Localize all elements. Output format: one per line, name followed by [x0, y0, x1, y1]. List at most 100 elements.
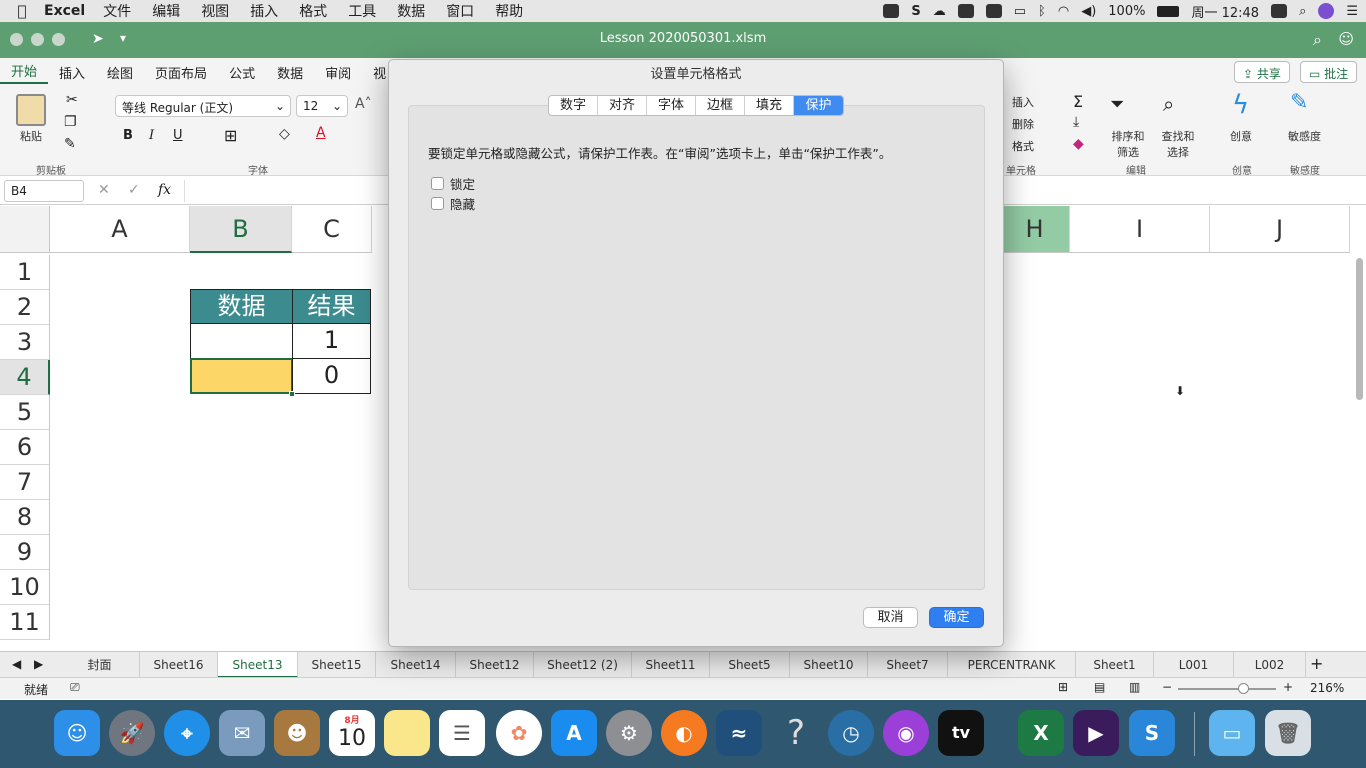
apple-icon[interactable]: : [0, 2, 44, 20]
excel-icon[interactable]: X: [1018, 710, 1064, 756]
sort-filter-button[interactable]: 排序和筛选: [1110, 128, 1146, 160]
tab-number[interactable]: 数字: [549, 96, 598, 115]
screen-icon[interactable]: [957, 4, 974, 18]
fill-color-icon[interactable]: ◇: [279, 126, 290, 142]
menu-data[interactable]: 数据: [397, 1, 425, 21]
sensitivity-button[interactable]: 敏感度: [1288, 128, 1321, 144]
system-preferences-icon[interactable]: ⚙: [606, 710, 652, 756]
macro-record-icon[interactable]: ⎚: [70, 680, 80, 695]
row-header-9[interactable]: 9: [0, 535, 50, 570]
sheet-tab-active[interactable]: Sheet13: [218, 652, 298, 678]
name-box[interactable]: B4: [4, 180, 84, 202]
zoom-in-icon[interactable]: +: [1283, 680, 1293, 694]
cut-icon[interactable]: ✂: [66, 92, 78, 108]
sheet-tab[interactable]: Sheet5: [710, 652, 790, 678]
menu-help[interactable]: 帮助: [495, 1, 523, 21]
tab-fill[interactable]: 填充: [745, 96, 794, 115]
siri-icon[interactable]: [1318, 3, 1335, 19]
increase-font-icon[interactable]: A˄: [355, 96, 372, 112]
column-header-b[interactable]: B: [190, 206, 292, 253]
search-icon[interactable]: ⌕: [1313, 30, 1322, 50]
safari-icon[interactable]: ⌖: [164, 710, 210, 756]
premiere-rush-icon[interactable]: ▶: [1073, 710, 1119, 756]
notes-icon[interactable]: [384, 710, 430, 756]
ideas-button[interactable]: 创意: [1230, 128, 1252, 144]
zoom-level[interactable]: 216%: [1310, 681, 1344, 695]
normal-view-icon[interactable]: ⊞: [1058, 680, 1068, 694]
tab-formulas[interactable]: 公式: [218, 63, 266, 82]
fill-down-icon[interactable]: ⤓: [1073, 114, 1079, 130]
sheet-tab[interactable]: L001: [1154, 652, 1234, 678]
mail-icon[interactable]: ✉: [219, 710, 265, 756]
firefox-icon[interactable]: ◐: [661, 710, 707, 756]
find-select-icon[interactable]: ⌕: [1163, 92, 1174, 116]
row-header-7[interactable]: 7: [0, 465, 50, 500]
select-all-corner[interactable]: [0, 206, 50, 253]
font-name-select[interactable]: 等线 Regular (正文) ⌄: [115, 95, 291, 117]
sheet-tab[interactable]: Sheet16: [140, 652, 218, 678]
launchpad-icon[interactable]: 🚀: [109, 710, 155, 756]
confirm-formula-icon[interactable]: ✓: [128, 182, 140, 198]
downloads-folder-icon[interactable]: ▭: [1209, 710, 1255, 756]
tab-insert[interactable]: 插入: [48, 63, 96, 82]
fill-handle[interactable]: [289, 391, 295, 397]
vertical-scrollbar[interactable]: [1356, 258, 1363, 400]
cancel-button[interactable]: 取消: [863, 607, 918, 628]
sheet-tab[interactable]: L002: [1234, 652, 1306, 678]
tab-draw[interactable]: 绘图: [96, 63, 144, 82]
sheet-tab[interactable]: Sheet11: [632, 652, 710, 678]
finder-icon[interactable]: ☺: [54, 710, 100, 756]
row-header-3[interactable]: 3: [0, 325, 50, 360]
cell-b2[interactable]: 数据: [190, 289, 293, 324]
cancel-formula-icon[interactable]: ✕: [98, 182, 110, 198]
sensitivity-icon[interactable]: ✎: [1290, 90, 1308, 115]
row-header-8[interactable]: 8: [0, 500, 50, 535]
sort-filter-icon[interactable]: ⏷: [1110, 94, 1124, 115]
bold-button[interactable]: B: [123, 128, 133, 143]
snagit-menu-icon[interactable]: [1271, 4, 1288, 18]
sheet-tab[interactable]: Sheet1: [1076, 652, 1154, 678]
wifi-icon[interactable]: ◠: [1058, 4, 1069, 19]
comments-button[interactable]: ▭ 批注: [1300, 61, 1358, 83]
row-header-5[interactable]: 5: [0, 395, 50, 430]
column-header-c[interactable]: C: [292, 206, 372, 253]
sheet-tab[interactable]: 封面: [60, 652, 140, 678]
snagit-icon[interactable]: S: [1129, 710, 1175, 756]
grid-app-icon[interactable]: [985, 4, 1002, 18]
menu-insert[interactable]: 插入: [250, 1, 278, 21]
ok-button[interactable]: 确定: [929, 607, 984, 628]
add-sheet-icon[interactable]: +: [1310, 654, 1323, 673]
tab-page-layout[interactable]: 页面布局: [144, 63, 218, 82]
sheet-tab[interactable]: Sheet12 (2): [534, 652, 632, 678]
delete-cells-button[interactable]: 删除: [1012, 116, 1034, 132]
notification-center-icon[interactable]: ☰: [1346, 4, 1358, 19]
row-header-1[interactable]: 1: [0, 255, 50, 290]
calendar-icon[interactable]: 8月 10: [329, 710, 375, 756]
sheet-tab[interactable]: Sheet10: [790, 652, 868, 678]
column-header-a[interactable]: A: [50, 206, 190, 253]
paste-icon[interactable]: [16, 94, 46, 126]
menu-view[interactable]: 视图: [201, 1, 229, 21]
menu-tools[interactable]: 工具: [348, 1, 376, 21]
cell-b4-selected[interactable]: [190, 358, 293, 394]
autosum-icon[interactable]: Σ: [1073, 92, 1083, 111]
font-size-select[interactable]: 12 ⌄: [296, 95, 348, 117]
contacts-icon[interactable]: ☻: [274, 710, 320, 756]
trash-icon[interactable]: 🗑: [1265, 710, 1311, 756]
cell-c3[interactable]: 1: [292, 323, 371, 359]
row-header-6[interactable]: 6: [0, 430, 50, 465]
sheet-tab[interactable]: Sheet12: [456, 652, 534, 678]
column-header-j[interactable]: J: [1210, 206, 1350, 253]
tab-review[interactable]: 审阅: [314, 63, 362, 82]
volume-icon[interactable]: ◀): [1081, 4, 1096, 19]
time-machine-icon[interactable]: ◷: [828, 710, 874, 756]
hidden-option[interactable]: 隐藏: [431, 194, 475, 213]
creative-cloud-icon[interactable]: S: [911, 4, 920, 19]
tab-home[interactable]: 开始: [0, 61, 49, 84]
app-store-icon[interactable]: A: [551, 710, 597, 756]
menu-app-name[interactable]: Excel: [44, 3, 85, 19]
tab-protection[interactable]: 保护: [794, 96, 843, 115]
scroll-left-icon[interactable]: ◀: [12, 657, 21, 671]
mysql-workbench-icon[interactable]: ≈: [716, 710, 762, 756]
format-cells-button[interactable]: 格式: [1012, 138, 1034, 154]
